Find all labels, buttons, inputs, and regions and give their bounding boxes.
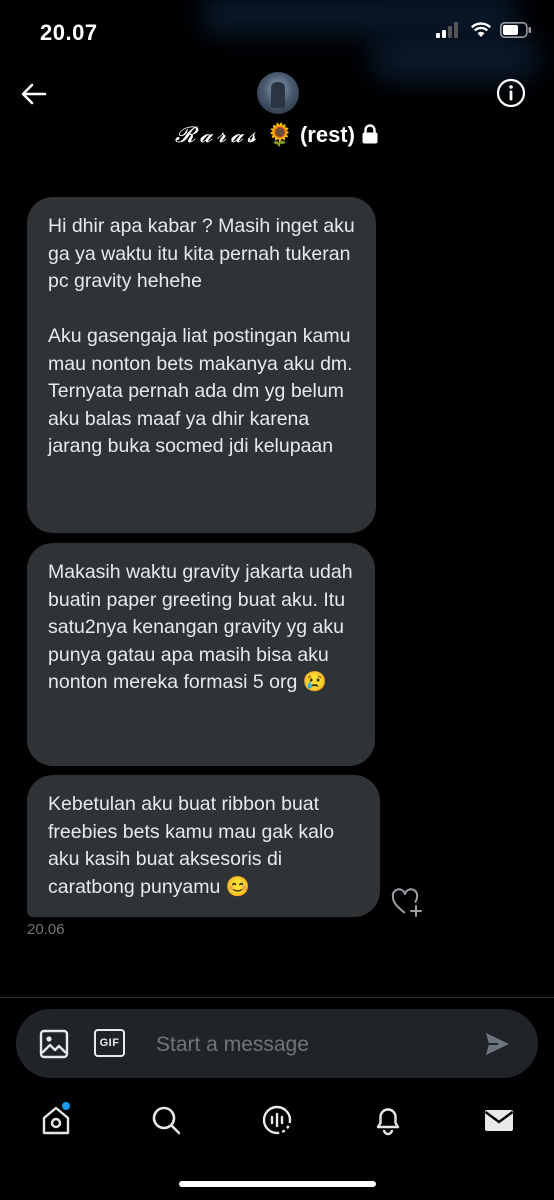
add-reaction-heart-icon[interactable] — [390, 886, 424, 918]
composer-divider — [0, 997, 554, 998]
contact-name: 𝓡𝓪𝓻𝓪𝓼 — [174, 123, 261, 148]
message-bubble[interactable]: Makasih waktu gravity jakarta udah buati… — [27, 543, 375, 766]
info-icon[interactable] — [496, 78, 526, 108]
mail-icon[interactable] — [483, 1104, 515, 1136]
search-icon[interactable] — [150, 1104, 182, 1136]
status-icons — [436, 22, 532, 38]
bottom-tab-bar — [0, 1098, 554, 1148]
message-bubble[interactable]: Kebetulan aku buat ribbon buat freebies … — [27, 775, 380, 917]
signal-icon — [436, 22, 458, 38]
contact-suffix: (rest) — [299, 122, 355, 147]
lock-icon — [362, 124, 378, 144]
message-bubble[interactable]: Hi dhir apa kabar ? Masih inget aku ga y… — [27, 197, 376, 533]
message-timestamp: 20.06 — [27, 921, 65, 938]
home-notification-dot — [62, 1102, 70, 1110]
image-icon[interactable] — [38, 1028, 70, 1060]
message-composer: GIF — [16, 1009, 538, 1078]
sunflower-emoji: 🌻 — [266, 122, 294, 147]
send-icon[interactable] — [484, 1031, 510, 1057]
status-time: 20.07 — [40, 20, 98, 45]
conversation-title[interactable]: 𝓡𝓪𝓻𝓪𝓼 🌻 (rest) — [0, 122, 554, 148]
wifi-icon — [470, 22, 492, 37]
message-input[interactable] — [154, 1027, 458, 1063]
conversation-header: 𝓡𝓪𝓻𝓪𝓼 🌻 (rest) — [0, 64, 554, 164]
home-indicator[interactable] — [179, 1181, 376, 1187]
battery-icon — [500, 22, 531, 38]
spaces-icon[interactable] — [261, 1104, 293, 1136]
bell-icon[interactable] — [372, 1104, 404, 1136]
avatar[interactable] — [257, 72, 299, 114]
back-arrow-icon[interactable] — [18, 78, 50, 110]
gif-button[interactable]: GIF — [94, 1029, 125, 1057]
status-bar: 20.07 — [0, 0, 554, 80]
